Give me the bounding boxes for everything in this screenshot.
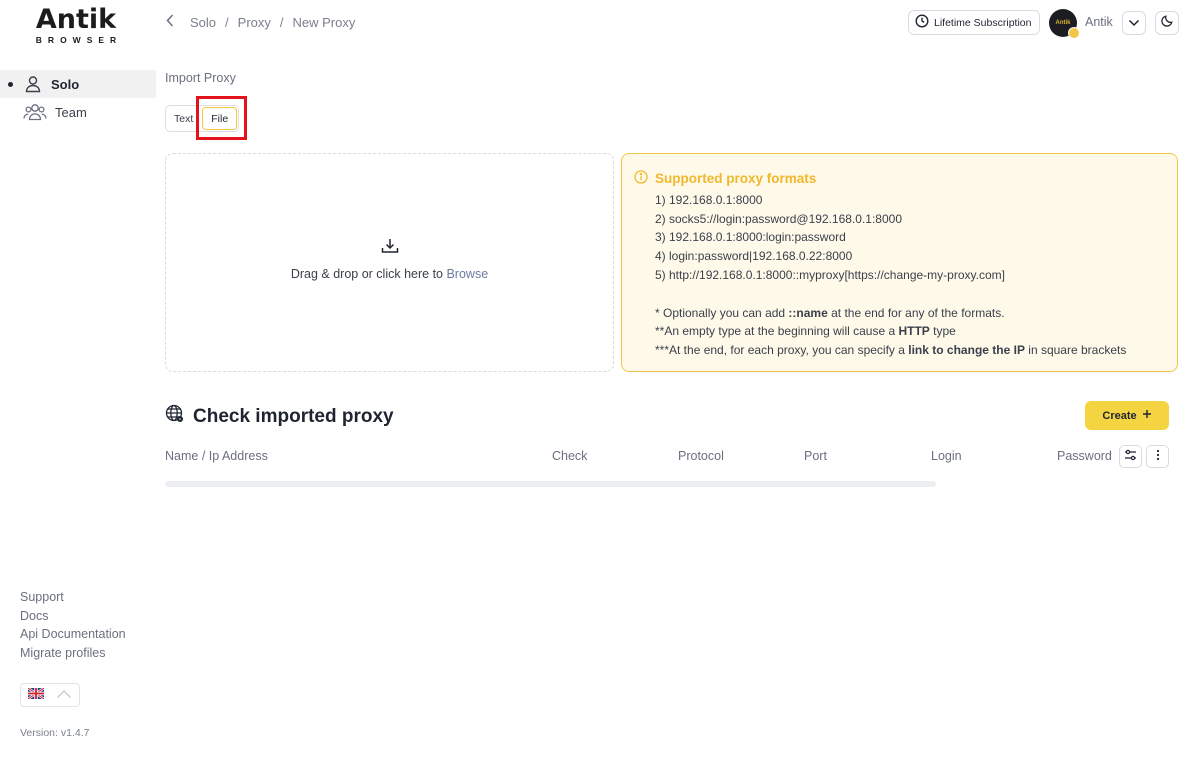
info-icon [634,170,648,187]
formats-notes: * Optionally you can add ::name at the e… [634,304,1177,360]
sidebar-item-team[interactable]: Team [0,98,156,126]
active-bullet [8,81,13,87]
note-text: ***At the end, for each proxy, you can s… [655,342,909,357]
migrate-profiles-link[interactable]: Migrate profiles [20,644,126,663]
chevron-up-icon [56,686,72,704]
create-label: Create [1102,409,1137,422]
column-protocol[interactable]: Protocol [678,449,724,463]
note-text: in square brackets [1024,342,1127,357]
back-button[interactable] [162,14,178,32]
user-icon [23,74,43,94]
column-port[interactable]: Port [804,449,827,463]
import-proxy-label: Import Proxy [165,71,236,85]
note-text: type [929,324,956,339]
dropzone-instruction: Drag & drop or click here to [290,267,447,281]
sidebar-nav: Solo Team [0,70,156,126]
sliders-icon [1124,448,1137,466]
file-dropzone[interactable]: Drag & drop or click here to Browse [165,153,614,372]
formats-list: 1) 192.168.0.1:8000 2) socks5://login:pa… [634,191,1177,285]
table-more-button[interactable] [1146,445,1169,468]
column-login[interactable]: Login [931,449,962,463]
note-text: at the end for any of the formats. [827,305,1005,320]
chevron-down-icon [1128,14,1140,32]
language-selector[interactable] [20,683,80,707]
dropzone-text: Drag & drop or click here to Browse [291,267,488,281]
formats-title-text: Supported proxy formats [655,171,817,186]
breadcrumb-separator: / [279,15,284,30]
more-vertical-icon [1156,448,1160,466]
app-logo: Antik BROWSER [28,6,124,46]
note-bold: link to change the IP [908,342,1025,357]
version-text: Version: v1.4.7 [20,727,90,739]
note-text: * Optionally you can add [655,305,789,320]
format-item: 5) http://192.168.0.1:8000::myproxy[http… [655,267,1005,282]
plus-icon [1142,409,1152,422]
premium-badge-icon [1068,27,1080,39]
format-note: **An empty type at the beginning will ca… [655,322,1177,341]
column-password[interactable]: Password [1057,449,1112,463]
download-icon [381,238,399,259]
formats-title: Supported proxy formats [634,170,1177,187]
lifetime-subscription-button[interactable]: Lifetime Subscription [908,10,1040,35]
breadcrumb-current: New Proxy [292,15,356,30]
format-item: 2) socks5://login:password@192.168.0.1:8… [655,211,903,226]
column-check[interactable]: Check [552,449,587,463]
support-link[interactable]: Support [20,588,126,607]
user-name: Antik [1085,15,1113,29]
clock-icon [915,14,929,31]
team-icon [23,102,47,122]
avatar[interactable]: Antik [1049,9,1080,39]
note-text: **An empty type at the beginning will ca… [655,324,899,339]
browse-link[interactable]: Browse [446,267,488,281]
breadcrumb: Solo / Proxy / New Proxy [190,15,355,30]
check-title-text: Check imported proxy [193,405,394,427]
highlight-annotation [196,96,247,140]
theme-toggle-button[interactable] [1155,11,1179,35]
avatar-text: Antik [1055,20,1071,26]
format-note: ***At the end, for each proxy, you can s… [655,341,1177,360]
chevron-left-icon [166,14,174,32]
api-documentation-link[interactable]: Api Documentation [20,625,126,644]
sidebar-item-label: Solo [51,76,80,92]
moon-icon [1160,14,1174,32]
uk-flag-icon [27,686,45,704]
format-item: 3) 192.168.0.1:8000:login:password [655,230,846,245]
logo-main-text: Antik [35,4,117,35]
table-loading-bar [165,481,936,487]
subscription-label: Lifetime Subscription [934,16,1032,29]
user-menu-button[interactable] [1122,11,1146,35]
supported-formats-panel: Supported proxy formats 1) 192.168.0.1:8… [621,153,1178,372]
logo-sub-text: BROWSER [35,35,123,45]
breadcrumb-separator: / [225,15,229,30]
format-note: * Optionally you can add ::name at the e… [655,304,1177,323]
sidebar-footer-links: Support Docs Api Documentation Migrate p… [20,588,126,662]
note-bold: ::name [788,305,828,320]
column-name-ip[interactable]: Name / Ip Address [165,449,268,463]
proxy-table-header: Name / Ip Address Check Protocol Port Lo… [0,448,1190,466]
breadcrumb-solo[interactable]: Solo [190,15,216,30]
globe-icon [165,404,184,429]
breadcrumb-proxy[interactable]: Proxy [238,15,271,30]
format-item: 4) login:password|192.168.0.22:8000 [655,249,853,264]
sidebar-item-label: Team [55,104,87,120]
docs-link[interactable]: Docs [20,607,126,626]
format-item: 1) 192.168.0.1:8000 [655,193,763,207]
sidebar-item-solo[interactable]: Solo [0,70,156,98]
create-button[interactable]: Create [1085,401,1169,430]
note-bold: HTTP [898,324,930,339]
check-imported-proxy-heading: Check imported proxy [165,404,394,429]
table-settings-button[interactable] [1119,445,1142,468]
